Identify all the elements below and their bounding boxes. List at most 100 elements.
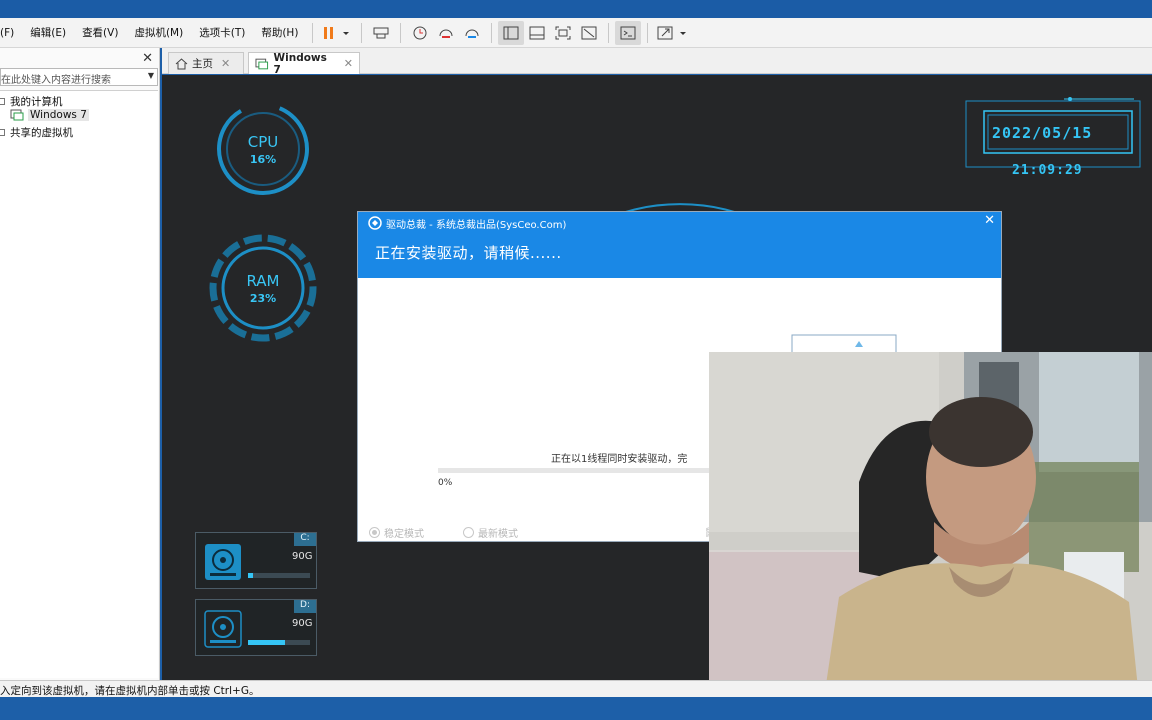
driver-package-icon [791,334,897,353]
stretch-icon [657,26,687,39]
expand-toggle-icon[interactable] [0,129,5,136]
install-status-text: 正在以1线程同时安装驱动，完 [551,454,688,465]
thumbnail-bar-button[interactable] [524,21,550,45]
drive-usage-bar [248,573,310,578]
library-sidebar: ✕ 在此处键入内容进行搜索 ▼ 我的计算机 Windows 7 共享的虚拟机 [0,48,160,680]
toolbar-separator [647,22,649,43]
ram-value: 23% [250,292,276,305]
chevron-down-icon[interactable]: ▼ [148,71,154,80]
fullscreen-button[interactable] [550,21,576,45]
radio-dot [463,527,474,538]
driver-logo-icon [368,216,382,230]
tree-item-my-computer[interactable]: 我的计算机 [0,94,63,109]
radio-dot-selected [369,527,380,538]
menu-help[interactable]: 帮助(H) [253,25,306,40]
search-placeholder: 在此处键入内容进行搜索 [1,75,111,86]
tree-item-windows7[interactable]: Windows 7 [10,109,89,121]
menu-view[interactable]: 查看(V) [74,25,126,40]
show-library-button[interactable] [498,20,525,45]
dialog-header: 驱动总裁 - 系统总裁出品(SysCeo.Com) ✕ 正在安装驱动，请稍候..… [358,212,1001,278]
tree-item-shared-vms[interactable]: 共享的虚拟机 [0,125,73,140]
close-icon[interactable]: ✕ [221,57,230,70]
tab-bar: 主页 ✕ Windows 7 ✕ [162,48,1152,76]
revert-snapshot-icon [439,29,453,38]
toolbar-separator [491,22,493,43]
drive-size: 90G [292,551,313,562]
hard-drive-icon [205,544,241,580]
library-tree: 我的计算机 Windows 7 共享的虚拟机 [0,90,158,678]
radio-label: 稳定模式 [384,529,424,540]
console-icon [620,26,636,39]
fullscreen-icon [555,26,571,39]
home-icon [175,57,188,69]
tab-label: Windows 7 [273,51,327,76]
pause-button[interactable] [319,21,355,45]
tab-label: 主页 [192,58,213,70]
snapshot-manager-icon [465,29,479,38]
radio-label: 最新模式 [478,529,518,540]
thumbnail-layout-icon [529,26,545,39]
title-strip [0,0,1152,18]
toolbar-separator [312,22,314,43]
menubar: (F) 编辑(E) 查看(V) 虚拟机(M) 选项卡(T) 帮助(H) [0,18,1152,48]
webcam-video-frame [709,352,1152,698]
console-view-button[interactable] [615,20,642,45]
library-layout-icon [503,26,519,39]
hard-drive-icon [204,610,242,648]
drive-usage-fill [248,573,253,578]
send-keys-button[interactable] [368,21,394,45]
drive-usage-fill [248,640,286,645]
status-bar: 入定向到该虚拟机，请在虚拟机内部单击或按 Ctrl+G。 [0,680,1152,697]
toolbar-separator [361,22,363,43]
menu-edit[interactable]: 编辑(E) [22,25,74,40]
radio-latest-mode[interactable]: 最新模式 [463,525,518,540]
snapshot-clock-icon [413,26,427,39]
tab-windows7[interactable]: Windows 7 ✕ [248,51,360,76]
unity-button[interactable] [576,21,602,45]
ram-label: RAM [246,272,279,290]
drive-d-card: D: 90G [195,599,317,656]
webcam-overlay [709,352,1152,698]
toolbar-separator [400,22,402,43]
vmware-window: (F) 编辑(E) 查看(V) 虚拟机(M) 选项卡(T) 帮助(H) ✕ 在此… [0,0,1152,720]
tree-item-label: 共享的虚拟机 [10,127,73,139]
clock-date: 2022/05/15 [992,124,1093,142]
menu-vm[interactable]: 虚拟机(M) [126,25,191,40]
radio-stable-mode[interactable]: 稳定模式 [369,525,424,540]
vm-icon [255,58,269,69]
bottom-strip [0,697,1152,720]
library-search-input[interactable]: 在此处键入内容进行搜索 ▼ [0,68,158,86]
tree-item-label: Windows 7 [28,109,89,121]
drive-size: 90G [292,618,313,629]
vm-icon [10,109,24,121]
drive-letter-badge: D: [294,600,316,613]
close-icon[interactable]: ✕ [344,57,353,70]
dialog-heading: 正在安装驱动，请稍候...... [375,244,562,262]
expand-toggle-icon[interactable] [0,98,5,105]
menu-tabs[interactable]: 选项卡(T) [191,25,253,40]
clock-time: 21:09:29 [1012,163,1083,178]
library-close-button[interactable]: ✕ [142,51,153,66]
drive-letter-badge: C: [294,533,316,546]
tab-home[interactable]: 主页 ✕ [168,52,244,74]
tree-item-label: 我的计算机 [10,96,63,108]
dialog-close-button[interactable]: ✕ [984,213,995,228]
menu-file[interactable]: (F) [0,27,22,39]
install-progress-percent: 0% [438,478,453,488]
drive-usage-bar [248,640,310,645]
clock-widget: 2022/05/15 21:09:29 [964,97,1144,179]
unity-icon [581,26,597,39]
send-keys-icon [373,27,389,38]
pause-icon [324,26,350,39]
stretch-guest-button[interactable] [654,21,694,45]
ram-gauge: RAM 23% [209,234,317,342]
snapshot-button[interactable] [407,21,433,45]
toolbar-separator [608,22,610,43]
drive-c-card: C: 90G [195,532,317,589]
dialog-title: 驱动总裁 - 系统总裁出品(SysCeo.Com) [386,220,567,231]
status-text: 入定向到该虚拟机，请在虚拟机内部单击或按 Ctrl+G。 [0,685,260,697]
snapshot-manager-button[interactable] [459,21,485,45]
cpu-label: CPU [248,133,279,151]
revert-snapshot-button[interactable] [433,21,459,45]
cpu-value: 16% [250,153,276,166]
